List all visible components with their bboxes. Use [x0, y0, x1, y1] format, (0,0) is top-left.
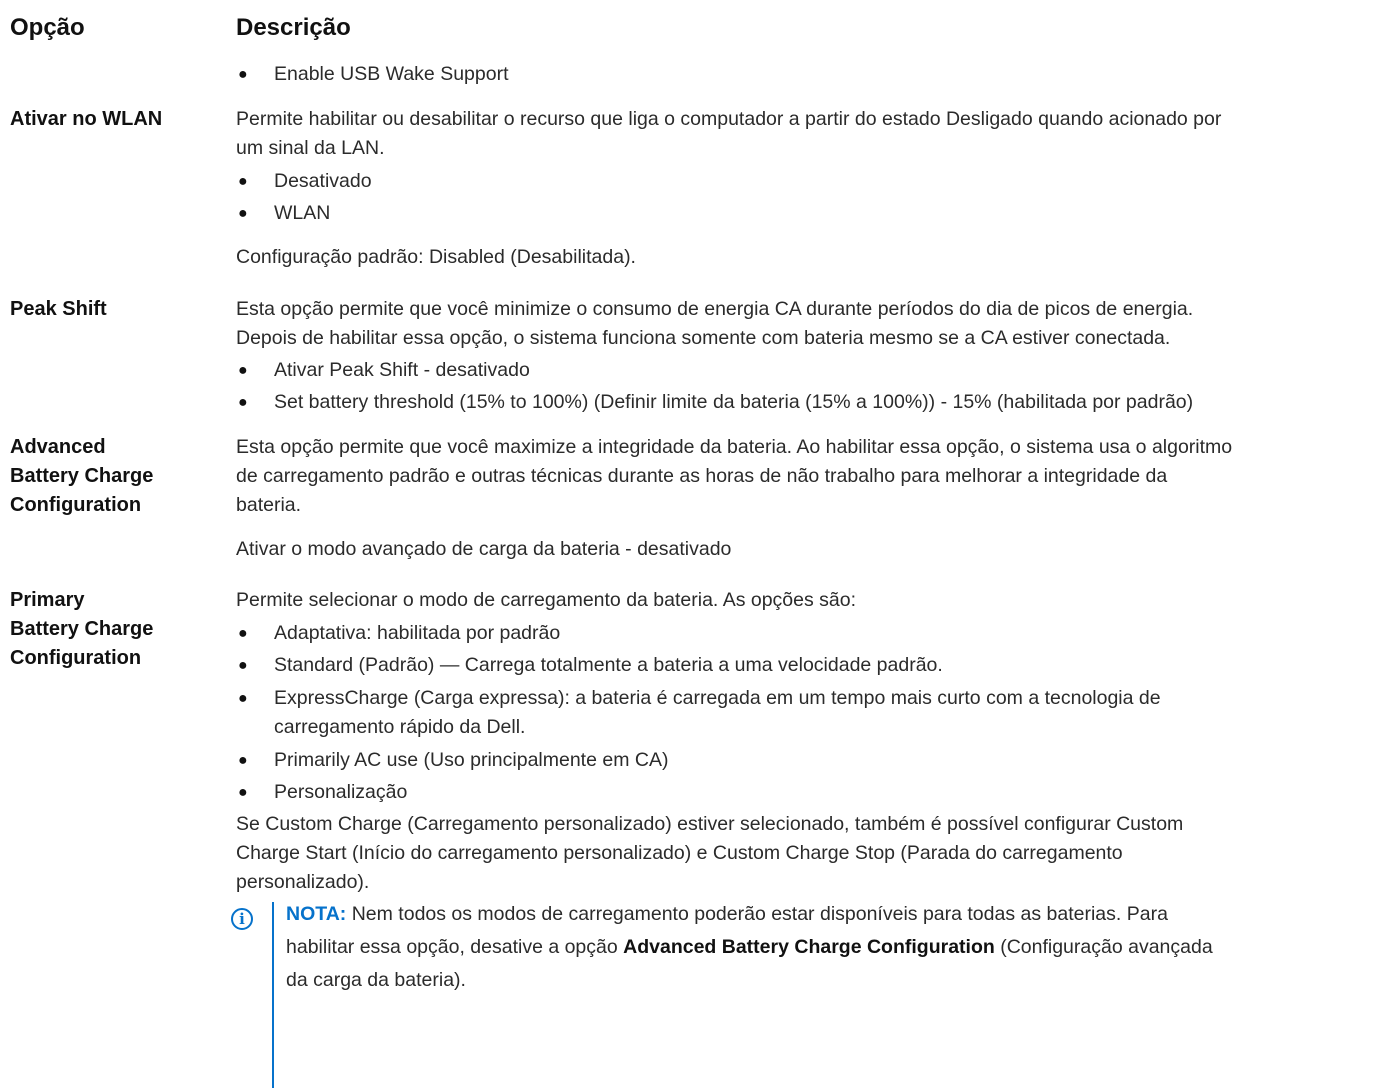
column-header-option: Opção	[10, 14, 85, 41]
list-item: Standard (Padrão) — Carrega totalmente a…	[274, 654, 943, 676]
option-label-wlan: Ativar no WLAN	[10, 108, 163, 130]
note-line: habilitar essa opção, desative a opção A…	[286, 931, 1376, 964]
list-item: Desativado	[274, 170, 372, 192]
description-line: Permite habilitar ou desabilitar o recur…	[236, 108, 1222, 130]
note-line: da carga da bateria).	[286, 969, 466, 991]
description-line: Permite selecionar o modo de carregament…	[236, 589, 857, 611]
option-label-advanced-battery: Advanced Battery Charge Configuration	[10, 433, 220, 520]
list-item: Personalização	[274, 781, 408, 803]
label-line: Battery Charge	[10, 618, 154, 640]
info-icon: i	[231, 908, 253, 930]
description-line: Esta opção permite que você maximize a i…	[236, 436, 1233, 458]
description-line: Charge Start (Início do carregamento per…	[236, 842, 1123, 864]
bullet-icon: ●	[238, 784, 248, 801]
bullet-icon: ●	[238, 625, 248, 642]
note-text-segment: (Configuração avançada	[994, 936, 1213, 958]
list-item-continuation: carregamento rápido da Dell.	[274, 716, 526, 738]
description-line: Depois de habilitar essa opção, o sistem…	[236, 327, 1171, 349]
description-line: personalizado).	[236, 871, 370, 893]
label-line: Configuration	[10, 494, 142, 516]
option-label-peak-shift: Peak Shift	[10, 298, 107, 320]
label-line: Advanced	[10, 436, 106, 458]
bullet-icon: ●	[238, 205, 248, 222]
list-item: Set battery threshold (15% to 100%) (Def…	[274, 391, 1194, 413]
description-extra: Ativar o modo avançado de carga da bater…	[236, 538, 732, 560]
note-line: NOTA: Nem todos os modos de carregamento…	[286, 898, 1376, 931]
bullet-icon: ●	[238, 690, 248, 707]
option-label-primary-battery: Primary Battery Charge Configuration	[10, 586, 220, 673]
note-label: NOTA:	[286, 903, 347, 925]
note-divider	[272, 902, 274, 1088]
list-item: Adaptativa: habilitada por padrão	[274, 622, 561, 644]
note-text-segment: habilitar essa opção, desative a opção	[286, 936, 624, 958]
label-line: Configuration	[10, 647, 142, 669]
list-item: ExpressCharge (Carga expressa): a bateri…	[274, 687, 1161, 709]
list-item: WLAN	[274, 202, 331, 224]
list-item: Enable USB Wake Support	[274, 63, 509, 85]
list-item: Primarily AC use (Uso principalmente em …	[274, 749, 669, 771]
description-line: Esta opção permite que você minimize o c…	[236, 298, 1194, 320]
label-line: Battery Charge	[10, 465, 154, 487]
description-line: de carregamento padrão e outras técnicas…	[236, 465, 1168, 487]
bullet-icon: ●	[238, 66, 248, 83]
bullet-icon: ●	[238, 362, 248, 379]
note-bold-term: Advanced Battery Charge Configuration	[623, 936, 995, 958]
bullet-icon: ●	[238, 173, 248, 190]
label-line: Primary	[10, 589, 85, 611]
column-header-description: Descrição	[236, 14, 351, 41]
description-line: Se Custom Charge (Carregamento personali…	[236, 813, 1184, 835]
note-text: NOTA: Nem todos os modos de carregamento…	[286, 898, 1376, 997]
note-text-segment: Nem todos os modos de carregamento poder…	[346, 903, 1168, 925]
bullet-icon: ●	[238, 657, 248, 674]
note-block: i NOTA: Nem todos os modos de carregamen…	[228, 898, 1378, 1088]
description-line: bateria.	[236, 494, 302, 516]
description-line: um sinal da LAN.	[236, 137, 385, 159]
list-item: Ativar Peak Shift - desativado	[274, 359, 530, 381]
default-setting-text: Configuração padrão: Disabled (Desabilit…	[236, 246, 636, 268]
bullet-icon: ●	[238, 752, 248, 769]
bullet-icon: ●	[238, 394, 248, 411]
